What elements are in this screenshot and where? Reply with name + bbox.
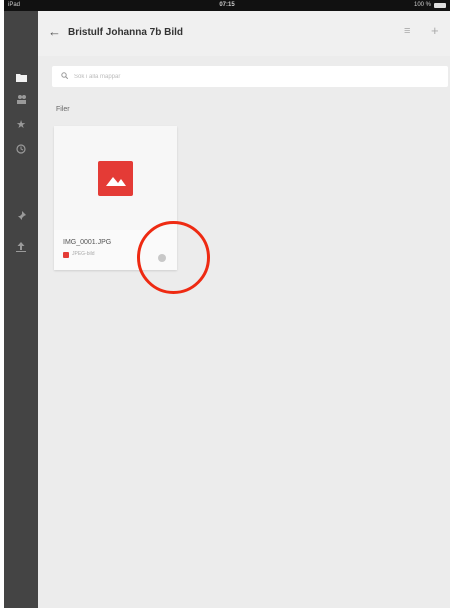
file-type-icon xyxy=(63,252,69,258)
search-icon xyxy=(61,72,69,81)
file-type-label: JPEG-bild xyxy=(72,251,95,257)
image-file-icon xyxy=(98,161,133,196)
search-bar[interactable] xyxy=(52,66,448,87)
clock: 07:15 xyxy=(219,2,235,8)
annotation-circle xyxy=(137,221,210,294)
section-label-files: Filer xyxy=(56,106,70,113)
list-view-icon[interactable]: ≡ xyxy=(404,25,410,37)
battery-indicator: 100 % xyxy=(414,0,446,11)
page-title: Bristulf Johanna 7b Bild xyxy=(68,27,184,38)
sidebar: ★ xyxy=(4,11,38,608)
top-bar: ← Bristulf Johanna 7b Bild ≡ + xyxy=(38,11,450,56)
battery-label: 100 % xyxy=(413,2,431,8)
battery-icon xyxy=(434,3,446,8)
pin-icon[interactable] xyxy=(13,208,29,224)
folder-icon[interactable] xyxy=(13,69,29,85)
star-icon[interactable]: ★ xyxy=(13,116,29,132)
recent-icon[interactable] xyxy=(13,141,29,157)
upload-icon[interactable] xyxy=(13,239,29,255)
shared-icon[interactable] xyxy=(13,91,29,107)
add-icon[interactable]: + xyxy=(431,23,439,38)
back-arrow-icon[interactable]: ← xyxy=(48,24,61,39)
file-name: IMG_0001.JPG xyxy=(63,239,112,246)
search-input[interactable] xyxy=(74,73,414,80)
status-bar: iPad 07:15 100 % xyxy=(4,0,450,11)
app-window: iPad 07:15 100 % ★ ← Bristulf Johanna 7b… xyxy=(4,0,450,608)
